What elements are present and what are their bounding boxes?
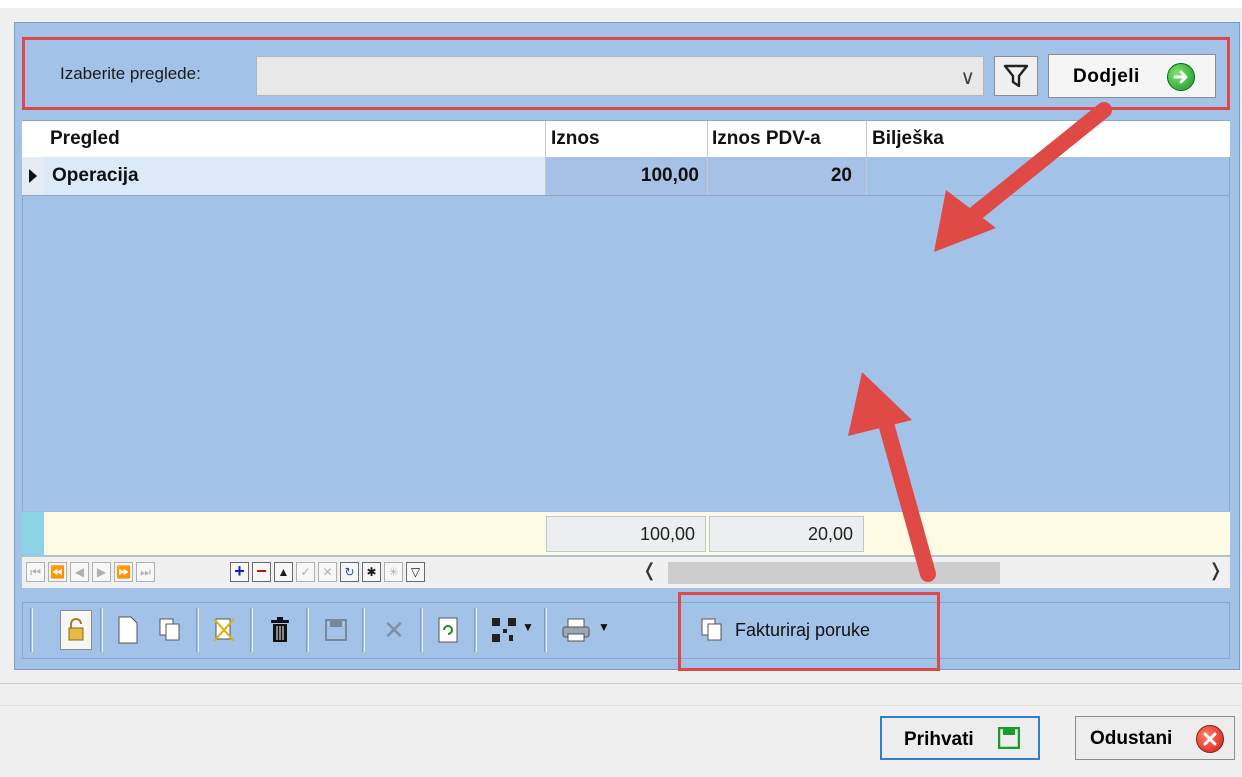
scroll-left-icon[interactable]: ❬	[642, 560, 657, 581]
column-header-biljeska[interactable]: Bilješka	[872, 128, 944, 150]
bookmark-icon[interactable]: ✱	[362, 562, 381, 582]
toolbar-separator	[420, 608, 423, 652]
divider	[0, 683, 1242, 684]
cell-pregled: Operacija	[52, 165, 139, 186]
prihvati-button[interactable]: Prihvati	[880, 716, 1040, 760]
first-page-icon[interactable]: ⏮	[26, 562, 45, 582]
lock-icon[interactable]	[60, 610, 92, 650]
current-row-icon	[29, 169, 37, 183]
cancel-icon[interactable]: ✕	[378, 610, 410, 650]
save-icon	[998, 727, 1020, 749]
dodjeli-button[interactable]: Dodjeli	[1048, 54, 1216, 98]
refresh-document-icon[interactable]	[432, 610, 464, 650]
toolbar-separator	[196, 608, 199, 652]
column-header-iznos[interactable]: Iznos	[551, 128, 600, 150]
move-up-icon[interactable]: ▲	[274, 562, 293, 582]
cell-iznos-pdv[interactable]: 20	[708, 157, 866, 195]
row-divider	[22, 195, 1230, 196]
refresh-icon[interactable]: ↻	[340, 562, 359, 582]
arrow-right-circle-icon	[1167, 63, 1195, 91]
copy-icon[interactable]	[154, 610, 186, 650]
delete-record-icon[interactable]: −	[252, 562, 271, 582]
cancel-edit-icon[interactable]: ✕	[318, 562, 337, 582]
pregledi-combobox[interactable]: ∨	[256, 56, 984, 96]
filter-label: Izaberite preglede:	[60, 64, 201, 83]
cell-iznos-value: 100,00	[640, 165, 699, 186]
column-header-iznos-pdv[interactable]: Iznos PDV-a	[712, 128, 821, 150]
chevron-down-icon[interactable]: ∨	[960, 65, 975, 90]
toolbar-separator	[544, 608, 547, 652]
next-page-icon[interactable]: ⏩	[114, 562, 133, 582]
toolbar-separator	[474, 608, 477, 652]
scrollbar-thumb[interactable]	[668, 562, 1000, 584]
filter-icon[interactable]: ▽	[406, 562, 425, 582]
save-icon[interactable]	[320, 610, 352, 650]
last-page-icon[interactable]: ⏭	[136, 562, 155, 582]
bottom-toolbar	[22, 602, 1230, 659]
total-iznos: 100,00	[546, 516, 706, 552]
window-top-edge	[0, 0, 1242, 8]
fakturiraj-highlight	[678, 592, 940, 671]
post-edit-icon[interactable]: ✓	[296, 562, 315, 582]
close-circle-icon	[1196, 725, 1224, 753]
total-iznos-pdv: 20,00	[709, 516, 864, 552]
toolbar-separator	[30, 608, 33, 652]
cell-iznos[interactable]: 100,00	[546, 157, 707, 195]
toolbar-separator	[306, 608, 309, 652]
toolbar-separator	[100, 608, 103, 652]
cell-biljeska[interactable]	[867, 157, 1229, 195]
column-header-pregled[interactable]: Pregled	[50, 128, 120, 150]
previous-record-icon[interactable]: ◀	[70, 562, 89, 582]
divider	[0, 705, 1242, 706]
cell-iznos-pdv-value: 20	[830, 165, 852, 186]
print-dropdown-icon[interactable]: ▼	[598, 620, 610, 634]
prihvati-label: Prihvati	[904, 729, 974, 750]
printer-icon[interactable]	[560, 610, 592, 650]
barcode-dropdown-icon[interactable]: ▼	[522, 620, 534, 634]
table-row[interactable]: Operacija	[44, 157, 545, 195]
dodjeli-label: Dodjeli	[1073, 66, 1140, 87]
barcode-icon[interactable]	[488, 610, 520, 650]
add-record-icon[interactable]: +	[230, 562, 249, 582]
odustani-button[interactable]: Odustani	[1075, 716, 1235, 760]
odustani-label: Odustani	[1090, 728, 1173, 749]
new-document-icon[interactable]	[112, 610, 144, 650]
toolbar-separator	[250, 608, 253, 652]
filter-icon	[1003, 64, 1029, 88]
next-record-icon[interactable]: ▶	[92, 562, 111, 582]
scroll-right-icon[interactable]: ❭	[1208, 560, 1223, 581]
goto-bookmark-icon[interactable]: ✳	[384, 562, 403, 582]
filter-button[interactable]	[994, 56, 1038, 96]
trash-icon[interactable]	[264, 610, 296, 650]
row-indicator[interactable]	[22, 157, 44, 195]
toolbar-separator	[362, 608, 365, 652]
clear-icon[interactable]	[208, 610, 240, 650]
previous-page-icon[interactable]: ⏪	[48, 562, 67, 582]
grid-header	[22, 121, 1230, 157]
totals-row-indicator	[22, 512, 44, 555]
